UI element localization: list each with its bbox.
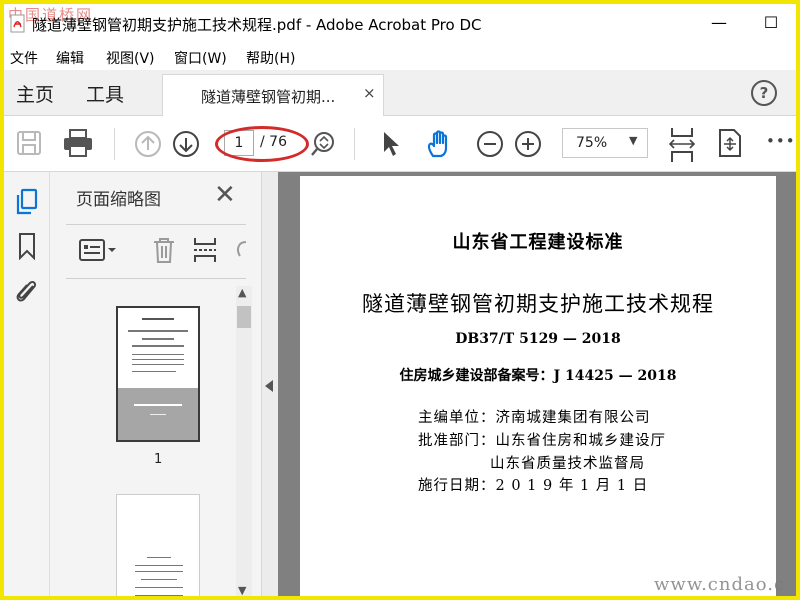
title-bar: 中国道桥网 隧道薄壁钢管初期支护施工技术规程.pdf - Adobe Acrob… (4, 4, 796, 44)
thumb-cover-band (118, 388, 198, 440)
bookmark-icon[interactable] (17, 232, 37, 260)
thumb-text-line (132, 371, 176, 372)
thumb-text-line (132, 364, 184, 365)
page-thumbnail-2[interactable] (116, 494, 200, 596)
doc-standard-header: 山东省工程建设标准 (452, 232, 624, 253)
rotate-icon[interactable] (234, 238, 248, 262)
fit-width-icon[interactable] (668, 126, 696, 164)
page-up-icon[interactable] (134, 130, 162, 158)
menu-file[interactable]: 文件 (10, 48, 38, 68)
thumbnail-page-label: 1 (154, 452, 163, 467)
pdf-icon (10, 14, 25, 33)
hand-icon[interactable] (424, 128, 456, 160)
tab-bar: 主页 工具 隧道薄壁钢管初期... × ? (4, 70, 796, 116)
thumb-text-line (135, 565, 183, 566)
page-down-icon[interactable] (172, 130, 200, 158)
scroll-down-icon[interactable]: ▼ (238, 584, 246, 596)
thumbnail-scrollbar[interactable] (236, 286, 252, 596)
insert-page-icon[interactable] (192, 236, 218, 264)
help-button[interactable]: ? (751, 80, 777, 106)
collapse-left-icon[interactable] (265, 380, 273, 392)
pdf-page: 山东省工程建设标准 隧道薄壁钢管初期支护施工技术规程 DB37/T 5129 —… (300, 176, 776, 596)
thumb-text-line (150, 414, 166, 415)
toolbar: 1 / 76 75% ▼ ••• (4, 116, 796, 172)
attachment-icon[interactable] (14, 276, 40, 306)
menu-edit[interactable]: 编辑 (56, 48, 84, 68)
highlight-oval (215, 126, 309, 162)
thumb-text-line (132, 354, 184, 355)
doc-effective-date: 施行日期：2 0 1 9 年 1 月 1 日 (418, 478, 649, 494)
watermark-bottom: www.cndao.c (654, 574, 786, 595)
close-panel-button[interactable]: ✕ (214, 180, 236, 210)
panel-toolbar (50, 226, 260, 272)
rotate-page-icon[interactable] (716, 128, 746, 160)
screenshot-frame: 中国道桥网 隧道薄壁钢管初期支护施工技术规程.pdf - Adobe Acrob… (0, 0, 800, 600)
thumb-text-line (134, 404, 182, 406)
options-icon[interactable] (78, 238, 118, 262)
close-tab-button[interactable]: × (363, 84, 376, 102)
maximize-button[interactable]: ☐ (756, 10, 786, 36)
chevron-down-icon: ▼ (629, 134, 638, 147)
document-tab-label: 隧道薄壁钢管初期... (201, 88, 336, 106)
tab-home[interactable]: 主页 (16, 80, 54, 107)
tab-document[interactable]: 隧道薄壁钢管初期... × (162, 74, 384, 116)
scroll-up-icon[interactable]: ▲ (238, 286, 246, 299)
zoom-in-icon[interactable] (514, 130, 542, 158)
menu-bar: 文件 编辑 视图(V) 窗口(W) 帮助(H) (4, 44, 796, 70)
thumb-text-line (135, 595, 183, 596)
tab-tools[interactable]: 工具 (86, 80, 124, 107)
page-thumbnail-1[interactable] (116, 306, 200, 442)
thumbnails-icon[interactable] (15, 188, 39, 216)
thumb-text-line (135, 587, 183, 588)
toolbar-separator (114, 128, 115, 160)
zoom-scroll-icon[interactable] (310, 130, 336, 158)
thumb-text-line (142, 338, 174, 340)
thumb-text-line (135, 571, 183, 572)
zoom-out-icon[interactable] (476, 130, 504, 158)
thumb-text-line (142, 318, 174, 320)
left-icon-rail (4, 172, 50, 596)
select-arrow-icon[interactable] (380, 130, 402, 158)
delete-icon[interactable] (152, 236, 176, 264)
doc-standard-code: DB37/T 5129 — 2018 (455, 331, 621, 347)
thumb-text-line (128, 330, 188, 332)
zoom-select[interactable]: 75% ▼ (562, 128, 648, 158)
minimize-button[interactable]: — (704, 10, 734, 36)
thumbnails-panel: 页面缩略图 ✕ 1 ▲ ▼ (50, 172, 262, 596)
toolbar-separator (354, 128, 355, 160)
thumb-text-line (141, 579, 177, 580)
thumb-text-line (132, 359, 184, 360)
document-viewport[interactable]: 山东省工程建设标准 隧道薄壁钢管初期支护施工技术规程 DB37/T 5129 —… (278, 172, 796, 596)
doc-record-number: 住房城乡建设部备案号：J 14425 — 2018 (399, 368, 677, 384)
menu-window[interactable]: 窗口(W) (174, 48, 227, 68)
panel-divider (66, 278, 246, 279)
menu-help[interactable]: 帮助(H) (246, 48, 295, 68)
doc-approval-dept: 批准部门：山东省住房和城乡建设厅 (418, 433, 666, 449)
doc-title: 隧道薄壁钢管初期支护施工技术规程 (362, 292, 714, 316)
panel-title: 页面缩略图 (76, 190, 161, 210)
menu-view[interactable]: 视图(V) (106, 48, 155, 68)
panel-collapse-strip[interactable] (262, 172, 278, 596)
zoom-value: 75% (576, 135, 608, 151)
doc-chief-editor: 主编单位：济南城建集团有限公司 (418, 410, 651, 426)
more-icon[interactable]: ••• (766, 132, 796, 150)
print-icon[interactable] (62, 128, 94, 158)
thumb-text-line (132, 345, 184, 347)
scrollbar-thumb[interactable] (237, 306, 251, 328)
save-icon[interactable] (16, 130, 42, 156)
doc-approval-dept-2: 山东省质量技术监督局 (490, 456, 645, 472)
window-title: 隧道薄壁钢管初期支护施工技术规程.pdf - Adobe Acrobat Pro… (32, 16, 482, 34)
thumb-text-line (147, 557, 171, 558)
panel-divider (66, 224, 246, 225)
